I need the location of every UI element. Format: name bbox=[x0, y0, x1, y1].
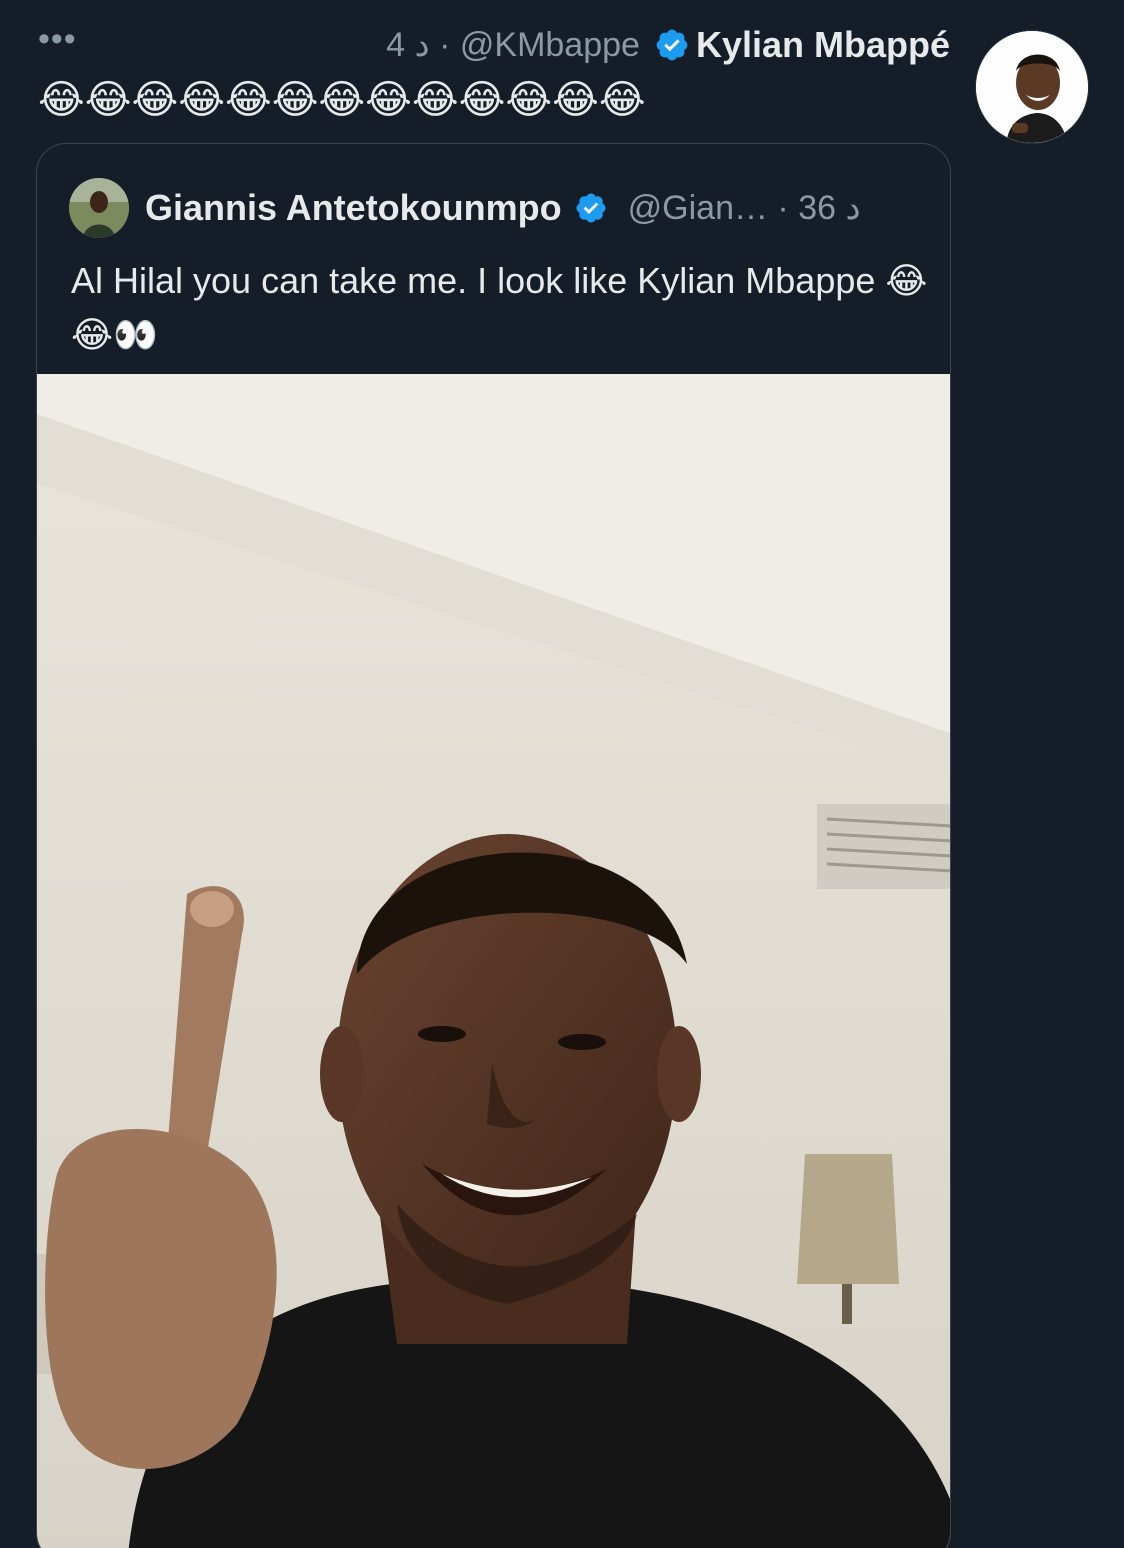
quoted-tweet[interactable]: Giannis Antetokounmpo @Gian… · 36 د Al H… bbox=[36, 143, 951, 1548]
quote-media[interactable] bbox=[37, 374, 950, 1548]
author-name[interactable]: Kylian Mbappé bbox=[696, 24, 950, 66]
profile-photo-icon bbox=[69, 178, 129, 238]
quote-meta[interactable]: @Gian… · 36 د bbox=[628, 188, 861, 228]
verified-badge-icon bbox=[656, 29, 688, 61]
tweet-meta[interactable]: 4 د · @KMbappe bbox=[386, 25, 640, 65]
verified-badge-icon bbox=[576, 193, 606, 223]
more-options-button[interactable]: ••• bbox=[38, 22, 77, 56]
tweet-header: 4 د · @KMbappe Kylian Mbappé bbox=[386, 20, 950, 70]
author-avatar[interactable] bbox=[975, 30, 1089, 144]
quote-text: Al Hilal you can take me. I look like Ky… bbox=[71, 260, 928, 355]
profile-photo-icon bbox=[976, 31, 1088, 143]
quote-author-avatar[interactable] bbox=[69, 178, 129, 238]
selfie-photo-icon bbox=[37, 374, 950, 1548]
quote-author-name[interactable]: Giannis Antetokounmpo bbox=[145, 187, 562, 229]
tweet-text: 😂😂😂😂😂😂😂😂😂😂😂😂😂 bbox=[38, 78, 646, 122]
quote-header: Giannis Antetokounmpo @Gian… · 36 د bbox=[69, 178, 861, 238]
tweet: ••• 4 د · @KMbappe Kylian Mbappé 😂😂😂😂😂😂😂… bbox=[0, 0, 1124, 1548]
